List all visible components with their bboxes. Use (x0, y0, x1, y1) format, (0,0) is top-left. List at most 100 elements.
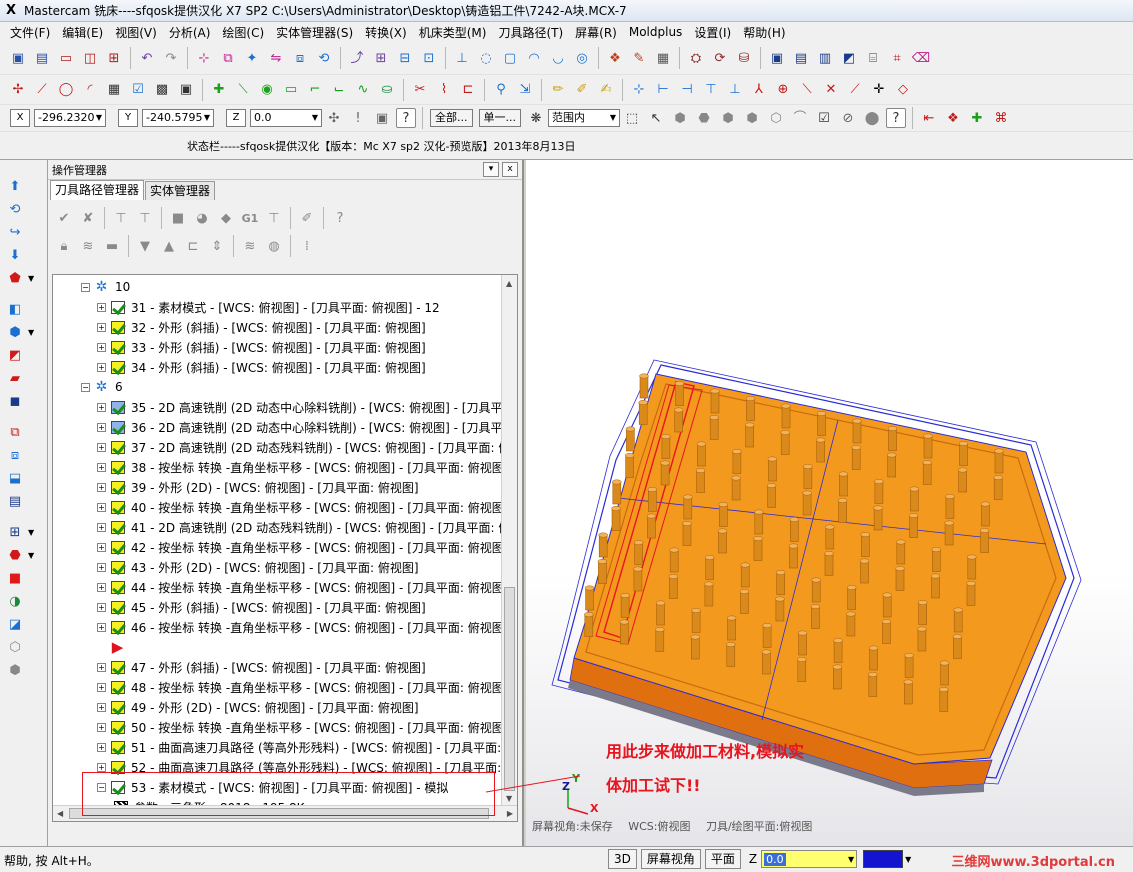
expand-icon[interactable]: + (97, 482, 106, 492)
snap-angle-icon[interactable]: ⅄ (749, 80, 769, 100)
help-question-icon[interactable]: ? (330, 208, 350, 228)
menu-solids[interactable]: 实体管理器(S) (270, 24, 359, 41)
trim-solid-icon[interactable]: ◼ (5, 391, 25, 411)
expand-icon[interactable]: + (97, 662, 106, 672)
nc-file-icon[interactable]: ▣ (767, 48, 787, 68)
regenerate-dirty-icon[interactable]: ⊤ (135, 208, 155, 228)
checkbox-icon[interactable]: ☑ (128, 80, 148, 100)
table-row[interactable]: +45 - 外形 (斜插) - [WCS: 俯视图] - [刀具平面: 俯视图] (97, 597, 426, 617)
snap-diamond-icon[interactable]: ◇ (893, 80, 913, 100)
post-process-icon[interactable]: ▥ (815, 48, 835, 68)
collapse-icon[interactable]: − (81, 382, 90, 392)
plane-button[interactable]: 平面 (704, 849, 741, 869)
tab-solids-manager[interactable]: 实体管理器 (145, 181, 216, 200)
image-icon[interactable]: ▩ (152, 80, 172, 100)
chamfer-icon[interactable]: ⌙ (329, 80, 349, 100)
collapse-icon[interactable]: − (81, 282, 90, 292)
cube-select-icon[interactable]: ⬡ (766, 108, 786, 128)
tree-vertical-scrollbar[interactable]: ▲ ▼ (501, 275, 517, 807)
body-select-icon[interactable]: ⬢ (742, 108, 762, 128)
face-select-icon[interactable]: ⬣ (694, 108, 714, 128)
table-row[interactable]: +35 - 2D 高速铣削 (2D 动态中心除料铣削) - [WCS: 俯视图]… (97, 397, 517, 417)
break-icon[interactable]: ⌇ (434, 80, 454, 100)
snap-perpendicular-icon[interactable]: ✕ (821, 80, 841, 100)
table-row[interactable]: +49 - 外形 (2D) - [WCS: 俯视图] - [刀具平面: 俯视图] (97, 697, 419, 717)
edge-select-icon[interactable]: ⬢ (718, 108, 738, 128)
table-row[interactable]: +51 - 曲面高速刀具路径 (等高外形残料) - [WCS: 俯视图] - [… (97, 737, 517, 757)
chevron-down-icon[interactable]: ▼ (28, 528, 34, 537)
snap-nearest-icon[interactable]: ⟋ (845, 80, 865, 100)
chevron-down-icon[interactable]: ▼ (28, 328, 34, 337)
surface-finish-icon[interactable]: ◡ (548, 48, 568, 68)
eraser-icon[interactable]: ⌫ (911, 48, 931, 68)
extrude-icon[interactable]: ⬆ (5, 176, 25, 196)
expand-icon[interactable]: + (97, 362, 106, 372)
x-coord-input[interactable]: -296.2320 ▼ (34, 109, 106, 127)
boolean-add-icon[interactable]: ⧉ (5, 422, 25, 442)
chevron-down-icon[interactable]: ▼ (312, 110, 318, 126)
only-display-associated-icon[interactable]: ◍ (264, 236, 284, 256)
solid-from-surface-icon[interactable]: ◪ (5, 614, 25, 634)
car-icon[interactable]: ❖ (943, 108, 963, 128)
backplot-ops-icon[interactable]: ■ (168, 208, 188, 228)
snap-quadrant-icon[interactable]: ⊥ (725, 80, 745, 100)
fillet-icon[interactable]: ⌐ (305, 80, 325, 100)
table-row[interactable]: ▶ (97, 637, 131, 657)
help-question-icon[interactable]: ? (396, 108, 416, 128)
layout-icon[interactable]: ⊞ (5, 522, 25, 542)
z-coord-input[interactable]: 0.0 ▼ (250, 109, 322, 127)
table-row[interactable]: +36 - 2D 高速铣削 (2D 动态中心除料铣削) - [WCS: 俯视图]… (97, 417, 517, 437)
analyze-icon[interactable]: ⚲ (491, 80, 511, 100)
window-quad-icon[interactable]: ⊞ (104, 48, 124, 68)
chevron-down-icon[interactable]: ▼ (848, 855, 854, 864)
snap-endpoint-icon[interactable]: ⊢ (653, 80, 673, 100)
line-icon[interactable]: ⟋ (32, 80, 52, 100)
insert-arrow-after-icon[interactable]: ⊏ (183, 236, 203, 256)
vertical-scroll-thumb[interactable] (504, 587, 515, 791)
table-row[interactable]: +42 - 按坐标 转换 -直角坐标平移 - [WCS: 俯视图] - [刀具平… (97, 537, 508, 557)
no-entry-icon[interactable]: ⊘ (838, 108, 858, 128)
move-down-icon[interactable]: ▼ (135, 236, 155, 256)
rotate-icon[interactable]: ⟲ (314, 48, 334, 68)
chevron-down-icon[interactable]: ▼ (28, 551, 34, 560)
save-icon[interactable]: ▣ (8, 48, 28, 68)
rectangle-icon[interactable]: ▭ (281, 80, 301, 100)
select-invalid-ops-icon[interactable]: ✘ (78, 208, 98, 228)
expand-icon[interactable]: + (97, 342, 106, 352)
table-row[interactable]: +31 - 素材模式 - [WCS: 俯视图] - [刀具平面: 俯视图] - … (97, 297, 440, 317)
snap-intersection-icon[interactable]: ⊣ (677, 80, 697, 100)
snap-center-icon[interactable]: ⊤ (701, 80, 721, 100)
properties-icon[interactable]: ⌘ (991, 108, 1011, 128)
chamfer-solid-icon[interactable]: ⬢ (5, 322, 25, 342)
boolean-remove-icon[interactable]: ⧈ (5, 445, 25, 465)
level-manager-icon[interactable]: ⧉ (218, 48, 238, 68)
verify-icon[interactable]: ◎ (572, 48, 592, 68)
menu-help[interactable]: 帮助(H) (737, 24, 791, 41)
table-row[interactable]: +38 - 按坐标 转换 -直角坐标平移 - [WCS: 俯视图] - [刀具平… (97, 457, 508, 477)
snap-tangent-icon[interactable]: ⟍ (797, 80, 817, 100)
expand-icon[interactable]: + (97, 462, 106, 472)
cylinder-icon[interactable]: ⛀ (377, 80, 397, 100)
translate-icon[interactable]: ⤴ (347, 48, 367, 68)
chevron-down-icon[interactable]: ▼ (204, 110, 210, 126)
table-row[interactable]: +41 - 2D 高速铣削 (2D 动态残料铣削) - [WCS: 俯视图] -… (97, 517, 517, 537)
table-row[interactable]: +33 - 外形 (斜插) - [WCS: 俯视图] - [刀具平面: 俯视图] (97, 337, 426, 357)
back-arrow-icon[interactable]: ⇤ (919, 108, 939, 128)
contour-icon[interactable]: ◌ (476, 48, 496, 68)
highlighter-icon[interactable]: ✐ (572, 80, 592, 100)
array-icon[interactable]: ⊞ (371, 48, 391, 68)
expand-icon[interactable]: + (97, 602, 106, 612)
shade-icon[interactable]: ◩ (839, 48, 859, 68)
simulate-ops-icon[interactable]: ◆ (216, 208, 236, 228)
chevron-down-icon[interactable]: ▼ (610, 110, 616, 126)
table-row[interactable]: +44 - 按坐标 转换 -直角坐标平移 - [WCS: 俯视图] - [刀具平… (97, 577, 508, 597)
expand-icon[interactable]: + (97, 542, 106, 552)
chevron-down-icon[interactable]: ▼ (905, 855, 911, 864)
expand-icon[interactable]: + (97, 442, 106, 452)
menu-view[interactable]: 视图(V) (109, 24, 163, 41)
table-row[interactable]: +48 - 按坐标 转换 -直角坐标平移 - [WCS: 俯视图] - [刀具平… (97, 677, 508, 697)
toolpath-group-icon[interactable]: ❖ (605, 48, 625, 68)
machine-sim-icon[interactable]: ⛭ (686, 48, 706, 68)
spline-icon[interactable]: ∿ (353, 80, 373, 100)
lock-icon[interactable]: 🔒︎ (54, 236, 74, 256)
